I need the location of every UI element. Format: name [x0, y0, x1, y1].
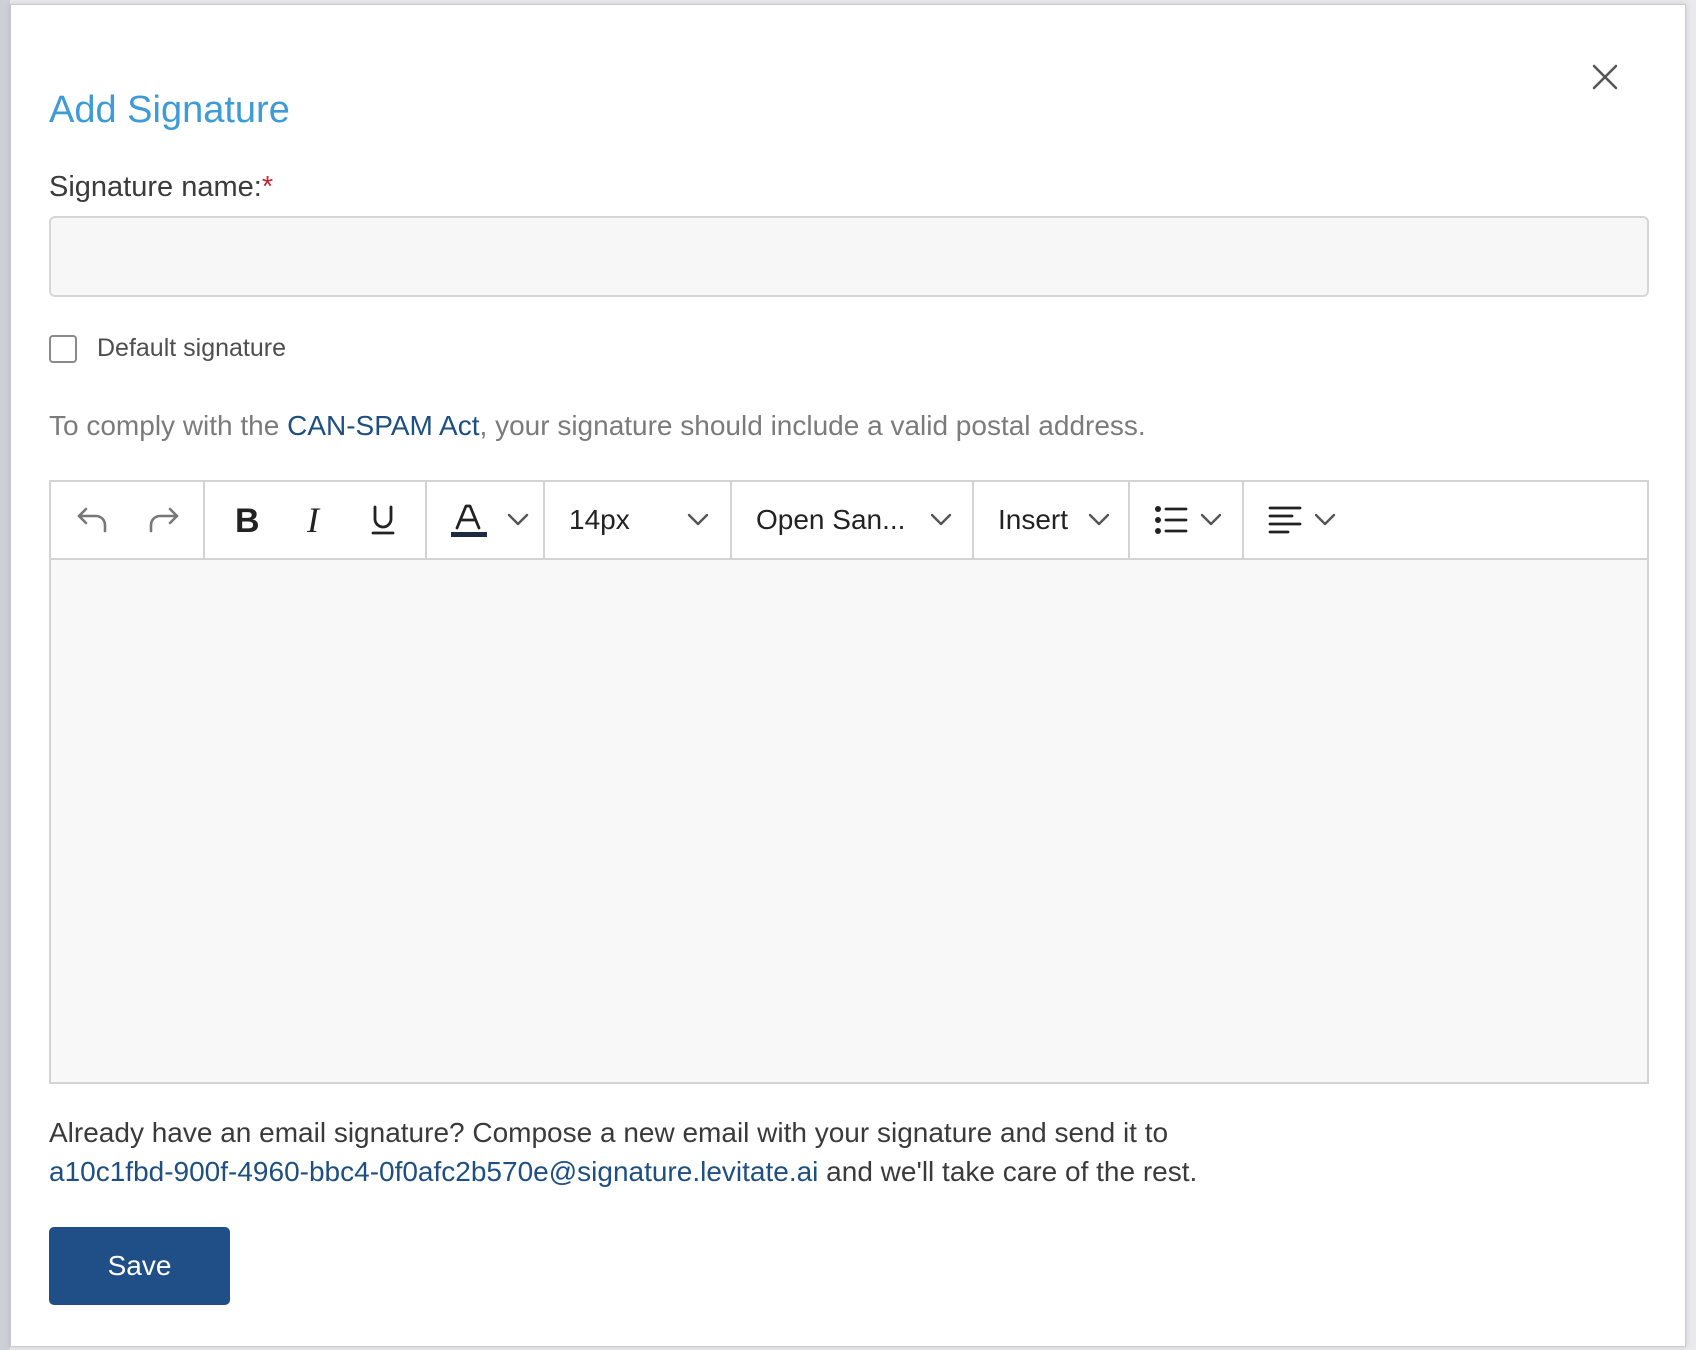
insert-label: Insert — [998, 504, 1069, 535]
redo-icon — [149, 507, 179, 533]
underline-icon — [371, 505, 395, 535]
required-asterisk: * — [261, 171, 274, 203]
modal-title: Add Signature — [49, 89, 290, 131]
can-spam-notice: To comply with the CAN-SPAM Act, your si… — [49, 410, 1146, 442]
close-icon — [1592, 64, 1618, 90]
bold-button[interactable]: B — [225, 482, 269, 558]
history-group — [51, 482, 205, 558]
align-left-icon — [1268, 506, 1302, 534]
italic-icon: I — [306, 504, 321, 536]
align-dropdown[interactable] — [1244, 482, 1358, 558]
text-color-icon — [451, 504, 487, 537]
forward-signature-instructions: Already have an email signature? Compose… — [49, 1113, 1549, 1191]
default-signature-row[interactable]: Default signature — [49, 334, 286, 363]
format-group: B I — [205, 482, 427, 558]
underline-button[interactable] — [361, 482, 405, 558]
signature-editor: B I 14px Open San... Insert — [49, 480, 1649, 1084]
chevron-down-icon — [1088, 513, 1110, 526]
can-spam-act-link[interactable]: CAN-SPAM Act — [287, 410, 479, 441]
italic-button[interactable]: I — [293, 482, 337, 558]
chevron-down-icon — [687, 513, 709, 526]
add-signature-modal: Add Signature Signature name:* Default s… — [10, 4, 1686, 1347]
signature-email-link[interactable]: a10c1fbd-900f-4960-bbc4-0f0afc2b570e@sig… — [49, 1156, 818, 1187]
chevron-down-icon — [1314, 513, 1336, 526]
signature-name-label: Signature name:* — [49, 171, 273, 204]
editor-content-area[interactable] — [51, 560, 1647, 1082]
text-color-dropdown[interactable] — [427, 482, 545, 558]
can-spam-notice-suffix: , your signature should include a valid … — [479, 410, 1146, 441]
save-button[interactable]: Save — [49, 1227, 230, 1305]
font-size-dropdown[interactable]: 14px — [545, 482, 732, 558]
signature-name-label-text: Signature name: — [49, 171, 262, 203]
redo-button[interactable] — [141, 482, 185, 558]
undo-button[interactable] — [71, 482, 115, 558]
signature-name-input[interactable] — [49, 216, 1649, 297]
default-signature-checkbox[interactable] — [49, 334, 77, 363]
bold-icon: B — [235, 504, 260, 536]
page-backdrop — [0, 0, 10, 1350]
close-button[interactable] — [1587, 59, 1623, 95]
instructions-line2-suffix: and we'll take care of the rest. — [818, 1156, 1198, 1187]
insert-dropdown[interactable]: Insert — [974, 482, 1130, 558]
undo-icon — [77, 507, 107, 533]
svg-text:I: I — [306, 504, 321, 536]
font-family-value: Open San... — [756, 504, 906, 535]
chevron-down-icon — [507, 513, 529, 526]
svg-text:B: B — [235, 504, 260, 536]
list-dropdown[interactable] — [1130, 482, 1244, 558]
editor-toolbar: B I 14px Open San... Insert — [51, 482, 1647, 560]
can-spam-notice-prefix: To comply with the — [49, 410, 288, 441]
chevron-down-icon — [930, 513, 952, 526]
default-signature-label: Default signature — [97, 334, 287, 362]
font-family-dropdown[interactable]: Open San... — [732, 482, 974, 558]
instructions-line1: Already have an email signature? Compose… — [49, 1117, 1169, 1148]
bulleted-list-icon — [1155, 506, 1188, 534]
font-size-value: 14px — [569, 504, 630, 535]
chevron-down-icon — [1200, 513, 1222, 526]
